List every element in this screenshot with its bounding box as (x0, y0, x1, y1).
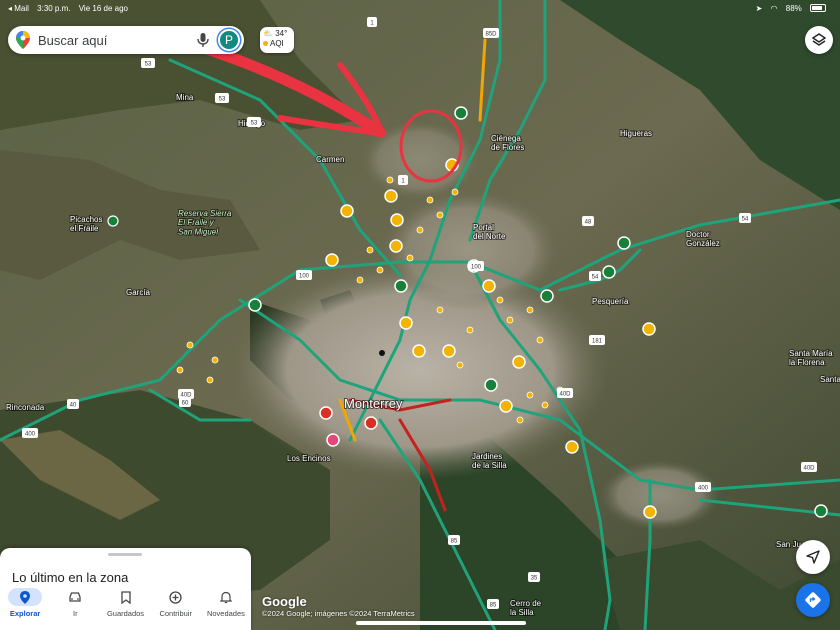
tab-label: Contribuir (159, 609, 192, 618)
park-icon[interactable] (107, 215, 119, 227)
tab-label: Ir (73, 609, 78, 618)
label-santa: Santa (820, 375, 840, 384)
pin-icon (20, 590, 31, 604)
battery-icon (810, 4, 826, 13)
google-logo: Google (262, 594, 307, 609)
svg-text:400: 400 (698, 486, 709, 492)
directions-icon (805, 592, 821, 608)
label-picachos: Picachos el Fraile (70, 215, 102, 233)
svg-text:54: 54 (592, 275, 599, 281)
bottom-navigation: Explorar Ir Guardados Contribuir Novedad… (0, 584, 251, 630)
svg-text:40D: 40D (559, 392, 571, 398)
label-rinconada: Rinconada (6, 403, 45, 412)
satellite-map[interactable]: Monterrey Carmen Hidalgo Mina Ciénegade … (0, 0, 840, 630)
car-icon (69, 592, 81, 602)
sheet-drag-handle[interactable] (108, 553, 142, 556)
label-monterrey: Monterrey (344, 396, 403, 411)
tab-novedades[interactable]: Novedades (201, 584, 251, 630)
home-indicator[interactable] (356, 621, 526, 625)
label-pesqueria: Pesquería (592, 297, 629, 306)
layers-button[interactable] (805, 26, 833, 54)
weather-aqi: AQI (270, 39, 284, 48)
label-garcia: García (126, 288, 151, 297)
label-higueras: Higueras (620, 129, 652, 138)
aqi-dot-icon (263, 41, 268, 46)
directions-button[interactable] (796, 583, 830, 617)
svg-text:85: 85 (451, 539, 458, 545)
layers-icon (811, 33, 827, 46)
svg-text:85: 85 (490, 603, 497, 609)
tab-label: Novedades (206, 609, 245, 618)
location-arrow-icon: ➤ (755, 3, 763, 13)
svg-text:181: 181 (592, 339, 603, 345)
wifi-icon: ◠ (770, 3, 778, 13)
map-copyright[interactable]: ©2024 Google; imágenes ©2024 TerraMetric… (262, 609, 415, 618)
svg-text:40: 40 (70, 403, 77, 409)
tab-explorar[interactable]: Explorar (0, 584, 50, 630)
microphone-icon[interactable] (194, 31, 212, 49)
battery-percent: 88% (785, 3, 802, 13)
sheet-title: Lo último en la zona (12, 570, 129, 585)
label-mina: Mina (176, 93, 194, 102)
search-input[interactable]: Buscar aquí (38, 33, 194, 48)
google-maps-pin-icon (16, 31, 30, 49)
status-time: 3:30 p.m. (37, 3, 71, 13)
svg-text:60: 60 (182, 401, 189, 407)
svg-text:100: 100 (299, 274, 310, 280)
weather-temp: 34° (275, 29, 288, 38)
back-to-app[interactable]: ◂ Mail (8, 4, 29, 13)
svg-text:53: 53 (251, 121, 258, 127)
tab-label: Guardados (106, 609, 145, 618)
svg-text:54: 54 (742, 217, 749, 223)
status-bar: ◂ Mail 3:30 p.m. Vie 16 de ago ➤ ◠ 88% (0, 0, 840, 16)
my-location-button[interactable] (796, 540, 830, 574)
svg-text:53: 53 (145, 62, 152, 68)
label-losencinos: Los Encinos (287, 454, 331, 463)
weather-chip[interactable]: ⛅ 34° AQI (260, 27, 294, 53)
tab-ir[interactable]: Ir (50, 584, 100, 630)
svg-text:100: 100 (471, 265, 482, 271)
svg-text:53: 53 (219, 97, 226, 103)
navigation-arrow-icon (806, 550, 820, 564)
profile-avatar[interactable]: P (218, 29, 240, 51)
tab-guardados[interactable]: Guardados (100, 584, 150, 630)
label-cienega: Ciénega de Flores (491, 134, 524, 152)
bell-icon (219, 591, 232, 603)
label-jardines: Jardines de la Silla (472, 452, 507, 470)
bookmark-icon (120, 590, 131, 604)
svg-text:40D: 40D (803, 466, 815, 472)
svg-text:48: 48 (585, 220, 592, 226)
weather-cloud-sun-icon: ⛅ (263, 29, 273, 38)
status-date: Vie 16 de ago (78, 3, 128, 13)
add-circle-icon (169, 590, 182, 604)
bottom-sheet[interactable]: Lo último en la zona Explorar Ir Guardad… (0, 548, 251, 630)
label-sanju: San Ju (776, 540, 801, 549)
tab-contribuir[interactable]: Contribuir (151, 584, 201, 630)
svg-text:85D: 85D (485, 32, 497, 38)
svg-text:400: 400 (25, 432, 36, 438)
tab-label: Explorar (9, 609, 41, 618)
label-carmen: Carmen (316, 155, 344, 164)
search-bar[interactable]: Buscar aquí P (8, 26, 244, 54)
svg-text:35: 35 (531, 576, 538, 582)
